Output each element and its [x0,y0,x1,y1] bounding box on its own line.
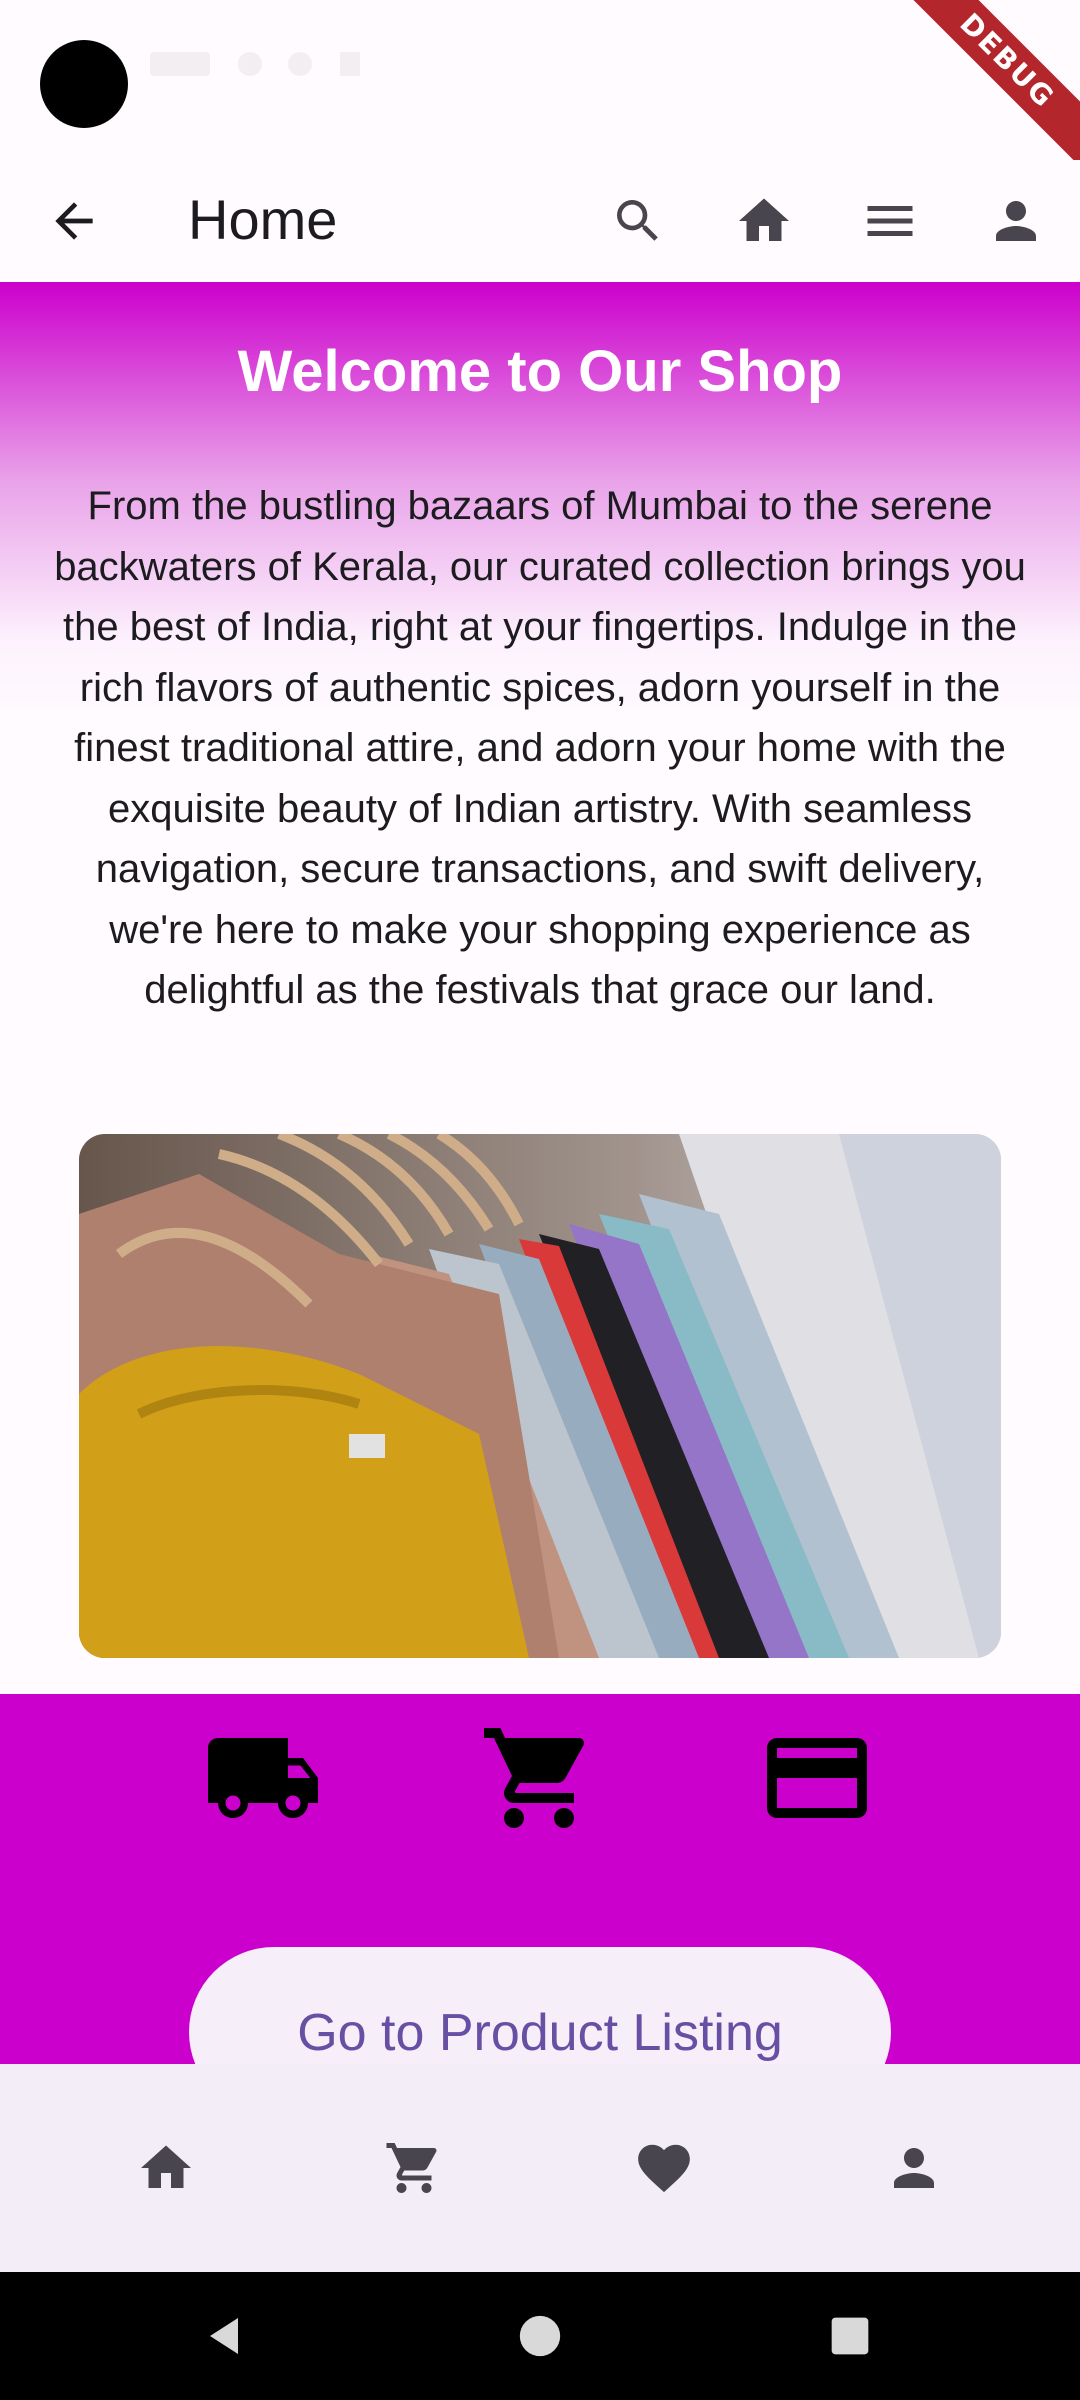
back-button[interactable] [26,173,122,269]
favorite-icon [638,2144,690,2193]
arrow-back-icon [55,202,93,240]
nav-item-profile[interactable] [866,2120,962,2216]
shopping-cart-icon [484,1728,585,1828]
features-section: Go to Product Listing [0,1694,1080,2064]
clothing-rack-image [79,1134,1001,1658]
system-back-button[interactable] [186,2296,266,2376]
system-home-button[interactable] [500,2296,580,2376]
camera-cutout [40,40,128,128]
menu-icon [867,206,913,236]
search-icon [617,200,658,241]
debug-banner: DEBUG [895,0,1080,173]
welcome-section: Welcome to Our Shop From the bustling ba… [0,282,1080,1694]
app-bar: Home [0,160,1080,282]
square-recents-icon [831,2317,869,2355]
status-bar: DEBUG [0,0,1080,173]
welcome-title: Welcome to Our Shop [237,339,843,404]
person-icon [996,201,1036,241]
home-icon [141,2145,191,2188]
nav-item-favorites[interactable] [616,2120,712,2216]
nav-item-home[interactable] [118,2120,214,2216]
credit-card-icon [767,1738,867,1818]
bottom-navigation [0,2064,1080,2272]
welcome-description: From the bustling bazaars of Mumbai to t… [54,484,1026,1012]
home-icon [739,198,789,241]
home-button[interactable] [716,173,812,269]
delivery-truck-icon [208,1738,318,1818]
page-title: Home [188,188,338,251]
go-to-product-listing-button[interactable]: Go to Product Listing [189,1947,891,2064]
cart-icon [386,2143,437,2193]
search-button[interactable] [590,173,686,269]
triangle-back-icon [210,2318,238,2354]
system-navigation-bar [0,2272,1080,2400]
menu-button[interactable] [842,173,938,269]
person-icon [894,2148,934,2188]
hanging-tshirts-illustration [79,1134,1001,1658]
status-icons [150,52,360,76]
profile-button[interactable] [968,173,1064,269]
system-recents-button[interactable] [810,2296,890,2376]
nav-item-cart[interactable] [366,2120,462,2216]
circle-home-icon [519,2315,561,2357]
